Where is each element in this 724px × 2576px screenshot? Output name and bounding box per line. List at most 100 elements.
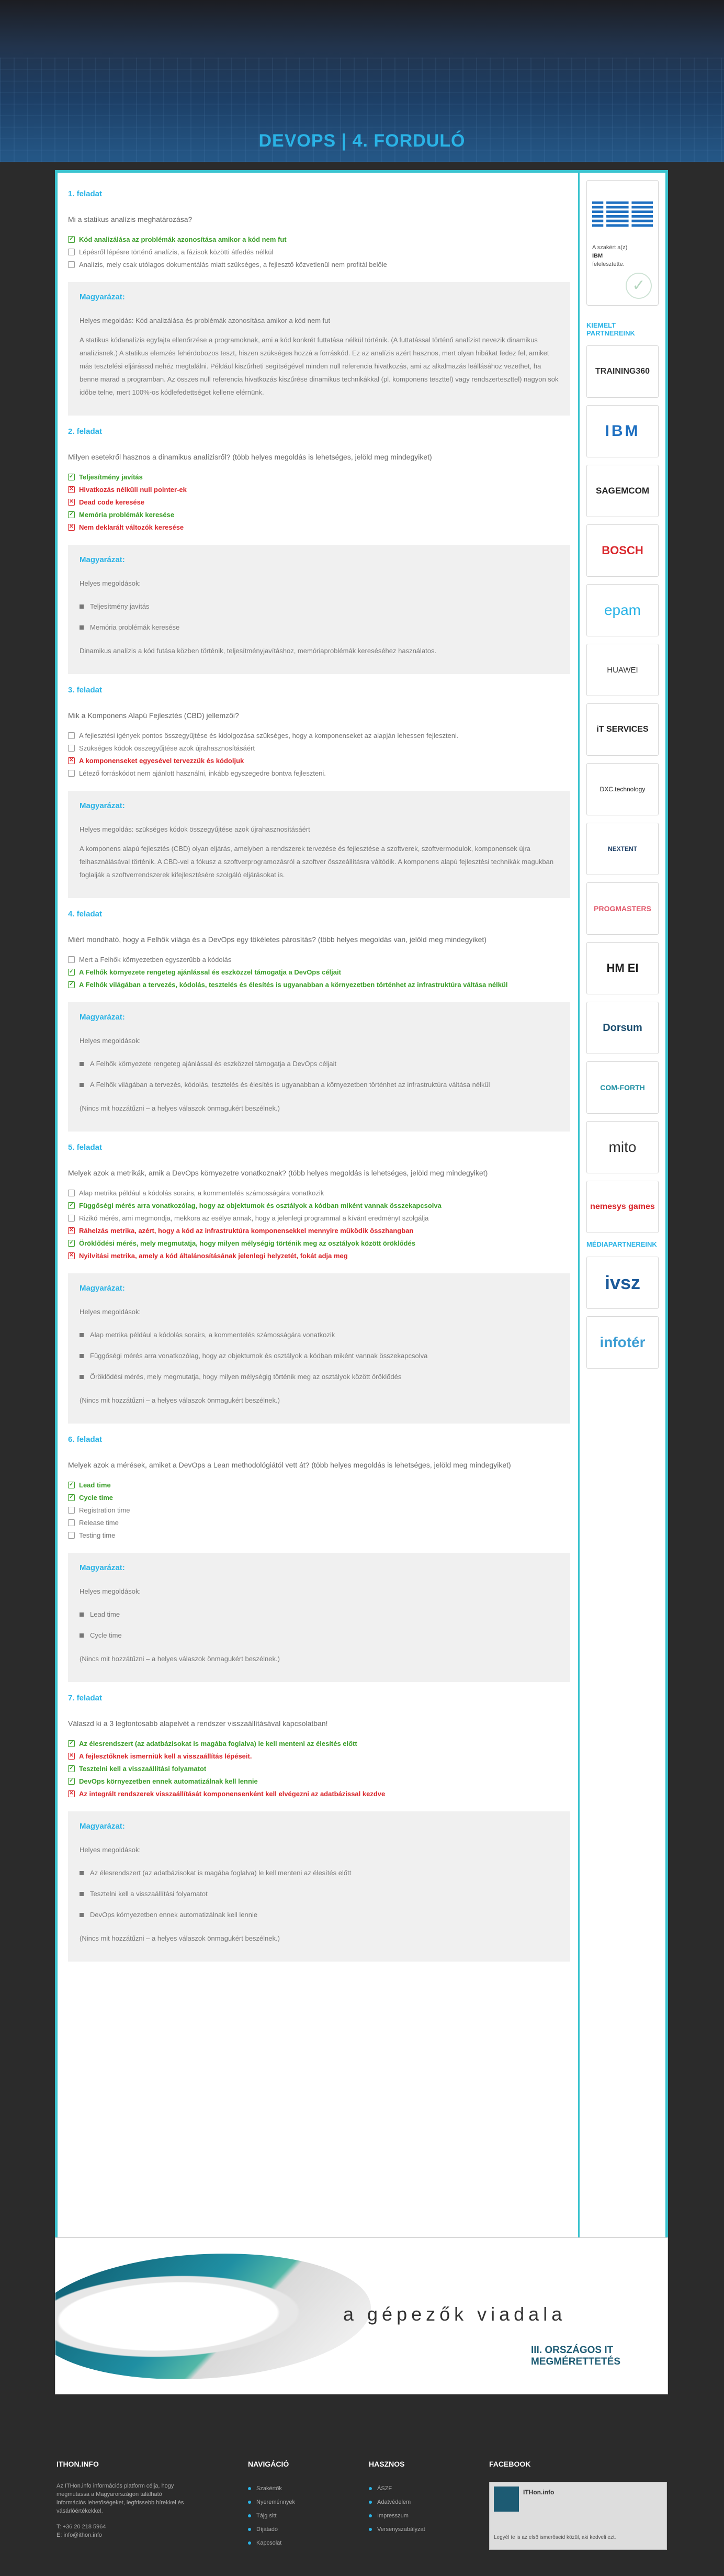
answer-option[interactable]: ✕ Ráhelzás metrika, azért, hogy a kód az …	[68, 1224, 570, 1237]
footer-link[interactable]: Tájg sitt	[248, 2509, 295, 2523]
checkbox[interactable]: ✕	[68, 757, 75, 764]
answer-option[interactable]: ✓ Tesztelni kell a visszaállítási folyama…	[68, 1762, 570, 1775]
answer-option[interactable]: ✓ Lead time	[68, 1479, 570, 1491]
answer-option[interactable]: Release time	[68, 1516, 570, 1529]
answer-option[interactable]: Alap metrika például a kódolás sorairs, …	[68, 1186, 570, 1199]
partner-logo[interactable]: BOSCH	[586, 524, 659, 577]
footer-link[interactable]: Impresszum	[369, 2509, 425, 2523]
answer-option[interactable]: ✓ DevOps környezetben ennek automatizálna…	[68, 1775, 570, 1787]
question-text: Miért mondható, hogy a Felhők világa és …	[68, 935, 487, 944]
partner-logo[interactable]: TRAINING360	[586, 345, 659, 398]
checkbox[interactable]	[68, 1531, 75, 1539]
checkbox[interactable]: ✓	[68, 981, 75, 988]
checkbox[interactable]	[68, 1519, 75, 1526]
answer-option[interactable]: ✕ Hivatkozás nélküli null pointer-ek	[68, 483, 570, 496]
answer-option[interactable]: ✕ Nyilvítási metrika, amely a kód általán…	[68, 1249, 570, 1262]
checkbox[interactable]: ✕	[68, 1752, 75, 1760]
partner-logo[interactable]: iT SERVICES	[586, 703, 659, 756]
answer-label: A Felhők világában a tervezés, kódolás, …	[79, 980, 508, 989]
partner-logo[interactable]: HUAWEI	[586, 644, 659, 696]
checkbox[interactable]	[68, 956, 75, 963]
answer-option[interactable]: Szükséges kódok összegyűjtése azok újrah…	[68, 742, 570, 754]
checkbox[interactable]: ✓	[68, 473, 75, 480]
checkbox[interactable]: ✓	[68, 1494, 75, 1501]
partner-logo[interactable]: epam	[586, 584, 659, 636]
question-block: 7. feladat Válaszd ki a 3 legfontosabb al…	[68, 1694, 570, 1962]
answer-option[interactable]: ✓ Memória problémák keresése	[68, 508, 570, 521]
answer-label: Teljesítmény javítás	[79, 473, 143, 481]
answer-option[interactable]: Registration time	[68, 1504, 570, 1516]
answer-option[interactable]: ✕ Az integrált rendszerek visszaállítását…	[68, 1787, 570, 1800]
answer-option[interactable]: Lépésről lépésre történő analízis, a fáz…	[68, 245, 570, 258]
checkbox[interactable]: ✓	[68, 1481, 75, 1488]
answer-option[interactable]: Létező forráskódot nem ajánlott használn…	[68, 767, 570, 779]
checkbox[interactable]: ✕	[68, 1790, 75, 1797]
partner-logo[interactable]: COM-FORTH	[586, 1061, 659, 1114]
answer-option[interactable]: ✕ Dead code keresése	[68, 496, 570, 508]
checkbox[interactable]: ✓	[68, 1740, 75, 1747]
answer-option[interactable]: ✓ Kód analizálása az problémák azonosítás…	[68, 233, 570, 245]
answer-option[interactable]: ✕ A fejlesztőknek ismerniük kell a vissza…	[68, 1750, 570, 1762]
footer-link[interactable]: ÁSZF	[369, 2482, 425, 2495]
checkbox[interactable]	[68, 261, 75, 268]
answer-option[interactable]: Analízis, mely csak utólagos dokumentálá…	[68, 258, 570, 271]
partner-logo[interactable]: NEXTENT	[586, 823, 659, 875]
quiz-main: 1. feladat Mi a statikus analízis meghatá…	[68, 183, 570, 1973]
ibm-logo-icon	[592, 199, 653, 230]
checkbox[interactable]: ✕	[68, 523, 75, 531]
footer-link[interactable]: Szakértők	[248, 2482, 295, 2495]
checkbox[interactable]	[68, 732, 75, 739]
checkbox[interactable]	[68, 744, 75, 752]
checkbox[interactable]: ✓	[68, 236, 75, 243]
checkbox[interactable]: ✕	[68, 486, 75, 493]
facebook-widget[interactable]: ITHon.info Legyél te is az első ismerőse…	[489, 2482, 667, 2550]
checkbox[interactable]: ✕	[68, 1252, 75, 1259]
answer-option[interactable]: ✕ Nem deklarált változók keresése	[68, 521, 570, 533]
checkbox[interactable]	[68, 1506, 75, 1514]
answer-option[interactable]: Rizikó mérés, ami megmondja, mekkora az …	[68, 1212, 570, 1224]
answer-label: Az élesrendszert (az adatbázisokat is ma…	[79, 1739, 357, 1748]
checkbox[interactable]: ✓	[68, 1777, 75, 1785]
partner-logo[interactable]: DXC.technology	[586, 763, 659, 815]
answer-option[interactable]: ✓ Teljesítmény javítás	[68, 471, 570, 483]
answer-option[interactable]: A fejlesztési igények pontos összegyűjté…	[68, 729, 570, 742]
answer-option[interactable]: ✓ A Felhők világában a tervezés, kódolás,…	[68, 978, 570, 991]
checkbox[interactable]	[68, 1189, 75, 1196]
checkbox[interactable]: ✕	[68, 1227, 75, 1234]
checkbox[interactable]	[68, 248, 75, 255]
checkbox[interactable]: ✓	[68, 968, 75, 976]
answer-option[interactable]: ✓ Öröklődési mérés, mely megmutatja, hogy…	[68, 1237, 570, 1249]
checkbox[interactable]: ✓	[68, 511, 75, 518]
answer-option[interactable]: ✓ Függőségi mérés arra vonatkozólag, hogy…	[68, 1199, 570, 1212]
checkbox[interactable]: ✓	[68, 1239, 75, 1247]
answer-option[interactable]: ✓ A Felhők környezete rengeteg ajánlással…	[68, 966, 570, 978]
partner-logo[interactable]: HM EI	[586, 942, 659, 994]
footer-link[interactable]: Adatvédelem	[369, 2495, 425, 2509]
checkbox[interactable]: ✕	[68, 498, 75, 506]
footer-link[interactable]: Díjátadó	[248, 2523, 295, 2536]
partner-logo[interactable]: SAGEMCOM	[586, 465, 659, 517]
partner-logo[interactable]: IBM	[586, 405, 659, 457]
footer-link[interactable]: Kapcsolat	[248, 2536, 295, 2550]
partner-logo[interactable]: mito	[586, 1121, 659, 1173]
partner-logo[interactable]: Dorsum	[586, 1002, 659, 1054]
partner-logo[interactable]: nemesys games	[586, 1181, 659, 1233]
checkbox[interactable]: ✓	[68, 1765, 75, 1772]
answer-label: Tesztelni kell a visszaállítási folyamat…	[79, 1764, 207, 1773]
partner-logo[interactable]: ivsz	[586, 1257, 659, 1309]
answer-option[interactable]: ✓ Cycle time	[68, 1491, 570, 1504]
partner-logo[interactable]: infotér	[586, 1316, 659, 1369]
footer-link[interactable]: Nyereménnyek	[248, 2495, 295, 2509]
answer-option[interactable]: Testing time	[68, 1529, 570, 1541]
event-banner[interactable]: a gépezők viadala III. ORSZÁGOS IT MEGMÉ…	[55, 2237, 668, 2394]
answer-option[interactable]: ✕ A komponenseket egyesével tervezzük és …	[68, 754, 570, 767]
facebook-page-name[interactable]: ITHon.info	[523, 2489, 554, 2496]
partner-logo[interactable]: PROGMASTERS	[586, 882, 659, 935]
checkbox[interactable]: ✓	[68, 1202, 75, 1209]
checkbox[interactable]	[68, 769, 75, 777]
answer-option[interactable]: Mert a Felhők környezetben egyszerűbb a …	[68, 953, 570, 966]
checkbox[interactable]	[68, 1214, 75, 1222]
footer-email[interactable]: E: info@ithon.info	[56, 2531, 187, 2539]
answer-option[interactable]: ✓ Az élesrendszert (az adatbázisokat is m…	[68, 1737, 570, 1750]
footer-link[interactable]: Versenyszabályzat	[369, 2523, 425, 2536]
